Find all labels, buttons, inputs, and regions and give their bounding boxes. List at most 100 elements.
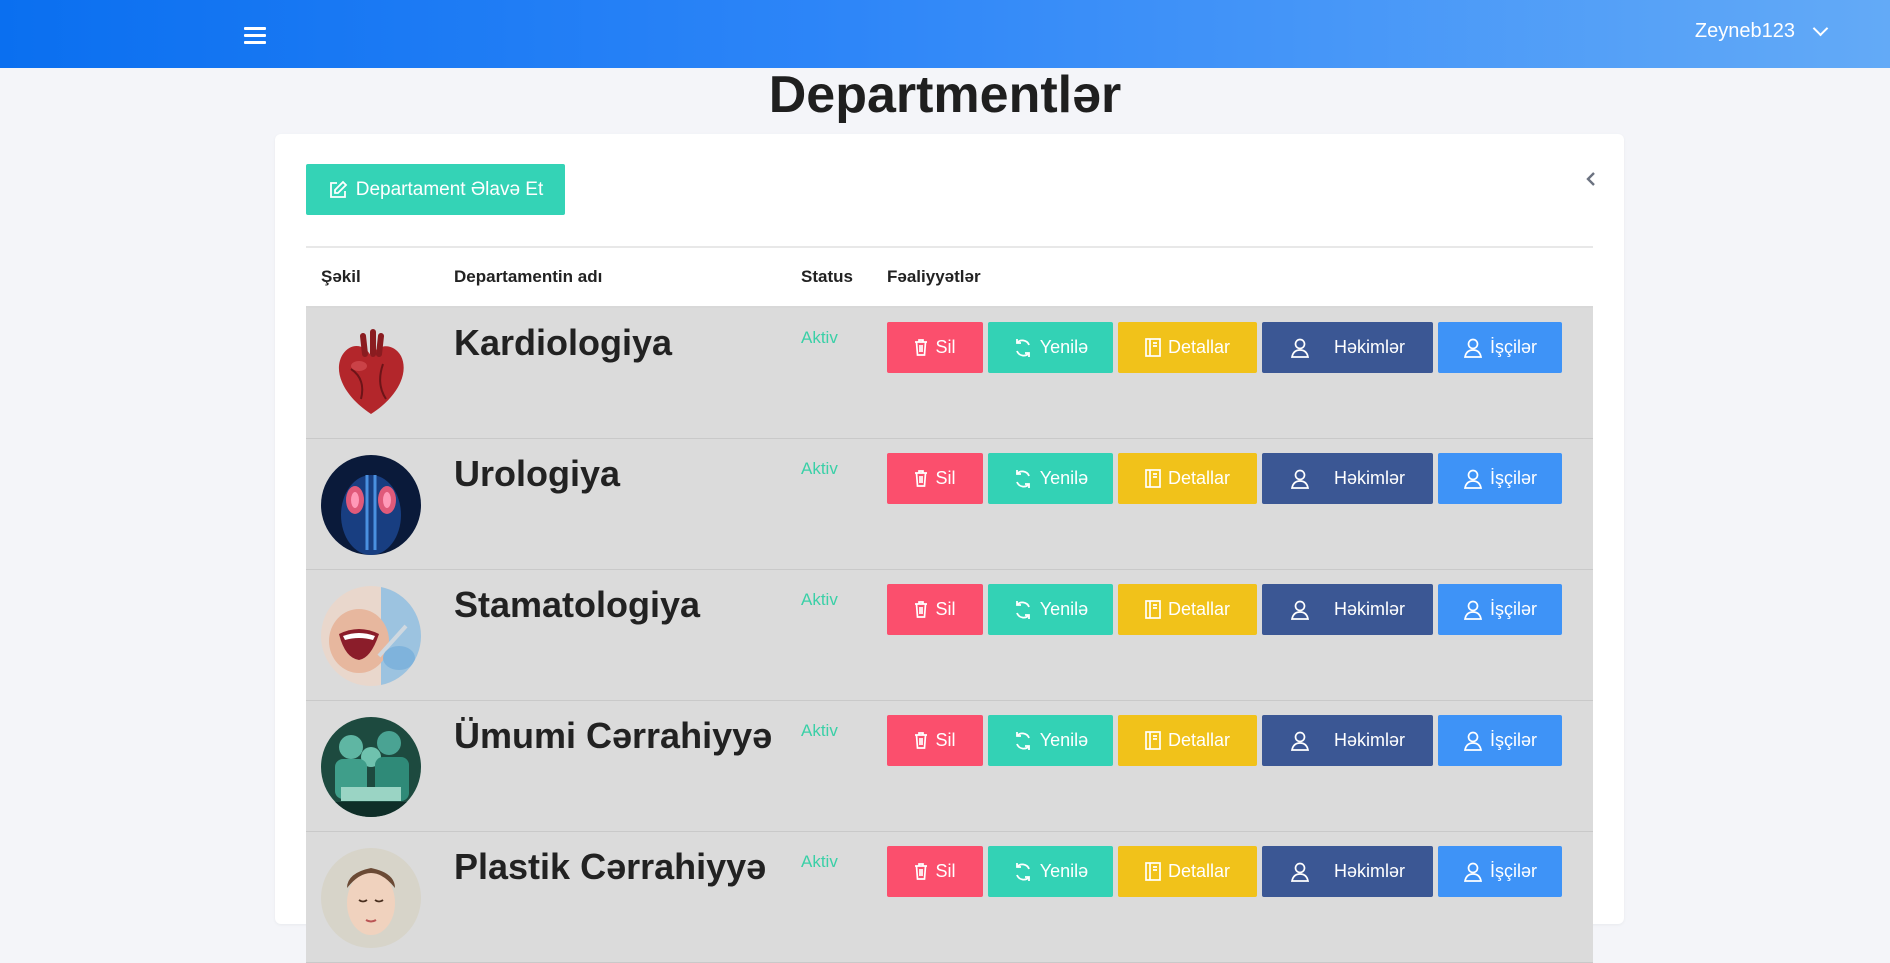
update-button[interactable]: Yenilə — [988, 584, 1113, 635]
delete-label: Sil — [935, 599, 956, 619]
doctors-button[interactable]: Həkimlər — [1262, 846, 1433, 897]
book-icon — [1145, 731, 1161, 750]
department-image — [321, 455, 421, 555]
page-title: Departmentlər — [768, 66, 1122, 124]
department-image — [321, 586, 421, 686]
delete-button[interactable]: Sil — [887, 322, 983, 373]
update-label: Yenilə — [1039, 599, 1089, 619]
delete-label: Sil — [935, 861, 956, 881]
update-button[interactable]: Yenilə — [988, 322, 1113, 373]
refresh-icon — [1015, 862, 1030, 881]
user-icon — [1290, 600, 1310, 620]
doctors-button[interactable]: Həkimlər — [1262, 584, 1433, 635]
update-label: Yenilə — [1039, 468, 1089, 488]
details-label: Detallar — [1167, 730, 1231, 750]
doctors-label: Həkimlər — [1333, 730, 1405, 750]
add-department-label: Departament Əlavə Et — [355, 178, 544, 200]
workers-label: İşçilər — [1489, 337, 1537, 357]
details-button[interactable]: Detallar — [1118, 584, 1257, 635]
workers-button[interactable]: İşçilər — [1438, 584, 1562, 635]
top-navbar: Zeyneb123 — [0, 0, 1890, 68]
workers-button[interactable]: İşçilər — [1438, 322, 1562, 373]
details-label: Detallar — [1167, 861, 1231, 881]
user-icon — [1463, 731, 1483, 751]
workers-button[interactable]: İşçilər — [1438, 453, 1562, 504]
user-icon — [1290, 469, 1310, 489]
column-header-status: Status — [801, 267, 853, 286]
status-badge: Aktiv — [801, 721, 838, 740]
user-icon — [1290, 862, 1310, 882]
update-button[interactable]: Yenilə — [988, 846, 1113, 897]
column-header-image: Şəkil — [321, 267, 361, 286]
user-icon — [1290, 338, 1310, 358]
departments-card: Departament Əlavə Et Şəkil Departamentin… — [275, 134, 1624, 963]
trash-icon — [915, 732, 928, 749]
add-department-button[interactable]: Departament Əlavə Et — [306, 164, 565, 215]
trash-icon — [915, 601, 928, 618]
trash-icon — [915, 339, 928, 356]
delete-label: Sil — [935, 468, 956, 488]
department-name: Urologiya — [454, 453, 621, 494]
update-button[interactable]: Yenilə — [988, 453, 1113, 504]
details-label: Detallar — [1167, 468, 1231, 488]
doctors-label: Həkimlər — [1333, 337, 1405, 357]
trash-icon — [915, 863, 928, 880]
row-actions: Sil Yenilə Detallar Həkimlər İşçilər — [887, 322, 1567, 373]
delete-button[interactable]: Sil — [887, 453, 983, 504]
workers-button[interactable]: İşçilər — [1438, 715, 1562, 766]
table-row: Kardiologiya Aktiv Sil Yenilə Detallar H — [306, 308, 1593, 439]
book-icon — [1145, 862, 1161, 881]
trash-icon — [915, 470, 928, 487]
delete-button[interactable]: Sil — [887, 584, 983, 635]
update-label: Yenilə — [1039, 730, 1089, 750]
row-actions: Sil Yenilə Detallar Həkimlər İşçilər — [887, 584, 1567, 635]
department-name: Stamatologiya — [454, 584, 701, 625]
delete-button[interactable]: Sil — [887, 846, 983, 897]
doctors-label: Həkimlər — [1333, 468, 1405, 488]
department-image — [321, 717, 421, 817]
column-header-name: Departamentin adı — [454, 267, 603, 286]
status-badge: Aktiv — [801, 852, 838, 871]
user-menu[interactable]: Zeyneb123 — [1695, 20, 1829, 43]
chevron-left-icon[interactable] — [1584, 170, 1598, 188]
doctors-button[interactable]: Həkimlər — [1262, 322, 1433, 373]
departments-table: Şəkil Departamentin adı Status Fəaliyyət… — [306, 246, 1593, 963]
details-button[interactable]: Detallar — [1118, 715, 1257, 766]
department-name: Plastik Cərrahiyyə — [454, 846, 767, 887]
refresh-icon — [1015, 338, 1030, 357]
department-image — [321, 324, 421, 424]
department-name: Ümumi Cərrahiyyə — [454, 715, 773, 756]
details-button[interactable]: Detallar — [1118, 846, 1257, 897]
update-button[interactable]: Yenilə — [988, 715, 1113, 766]
workers-button[interactable]: İşçilər — [1438, 846, 1562, 897]
refresh-icon — [1015, 469, 1030, 488]
status-badge: Aktiv — [801, 459, 838, 478]
row-actions: Sil Yenilə Detallar Həkimlər İşçilər — [887, 453, 1567, 504]
menu-icon[interactable] — [244, 27, 266, 45]
workers-label: İşçilər — [1489, 468, 1537, 488]
user-icon — [1463, 469, 1483, 489]
delete-label: Sil — [935, 730, 956, 750]
details-button[interactable]: Detallar — [1118, 453, 1257, 504]
workers-label: İşçilər — [1489, 730, 1537, 750]
book-icon — [1145, 469, 1161, 488]
department-name: Kardiologiya — [454, 322, 673, 363]
table-row: Ümumi Cərrahiyyə Aktiv Sil Yenilə Detall… — [306, 701, 1593, 832]
book-icon — [1145, 338, 1161, 357]
doctors-button[interactable]: Həkimlər — [1262, 715, 1433, 766]
column-header-actions: Fəaliyyətlər — [887, 267, 981, 286]
refresh-icon — [1015, 600, 1030, 619]
status-badge: Aktiv — [801, 590, 838, 609]
workers-label: İşçilər — [1489, 861, 1537, 881]
row-actions: Sil Yenilə Detallar Həkimlər İşçilər — [887, 715, 1567, 766]
delete-button[interactable]: Sil — [887, 715, 983, 766]
doctors-button[interactable]: Həkimlər — [1262, 453, 1433, 504]
details-button[interactable]: Detallar — [1118, 322, 1257, 373]
details-label: Detallar — [1167, 599, 1231, 619]
table-row: Urologiya Aktiv Sil Yenilə Detallar Həki — [306, 439, 1593, 570]
row-actions: Sil Yenilə Detallar Həkimlər İşçilər — [887, 846, 1567, 897]
delete-label: Sil — [935, 337, 956, 357]
refresh-icon — [1015, 731, 1030, 750]
user-icon — [1463, 862, 1483, 882]
user-icon — [1463, 338, 1483, 358]
